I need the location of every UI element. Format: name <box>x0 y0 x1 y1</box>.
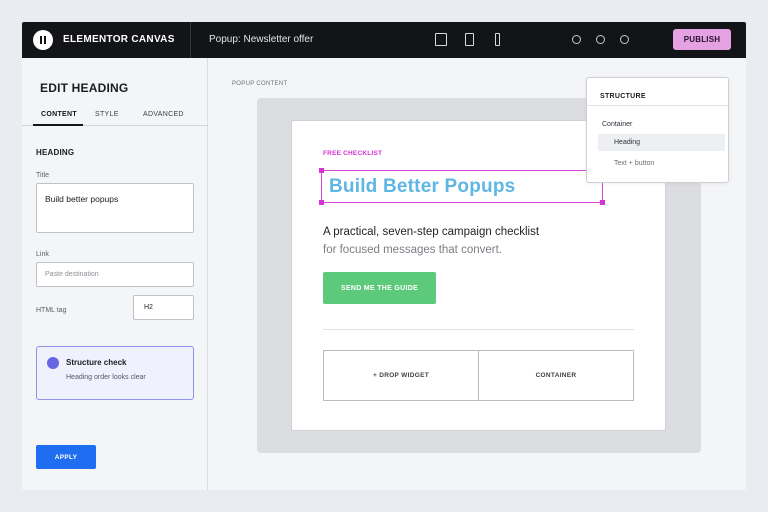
status-dot-icon <box>47 357 59 369</box>
active-tab-indicator <box>33 124 83 126</box>
selected-heading-frame[interactable]: Build Better Popups <box>319 168 605 205</box>
check-title: Structure check <box>66 358 127 367</box>
document-title: Popup: Newsletter offer <box>209 34 314 45</box>
brand-name: ELEMENTOR CANVAS <box>63 34 175 45</box>
html-tag-select[interactable]: H2 <box>133 295 194 320</box>
apply-button[interactable]: APPLY <box>36 445 96 469</box>
drop-widget-slot[interactable]: + DROP WIDGET <box>324 351 478 400</box>
structure-item-container[interactable]: Container <box>602 121 632 128</box>
tab-style[interactable]: STYLE <box>95 111 119 118</box>
publish-button[interactable]: PUBLISH <box>673 29 731 50</box>
structure-check-card: Structure check Heading order looks clea… <box>36 346 194 400</box>
widget-slots: + DROP WIDGET CONTAINER <box>323 350 634 401</box>
link-field-label: Link <box>36 251 49 258</box>
link-input[interactable]: Paste destination <box>36 262 194 287</box>
logo-icon <box>33 30 53 50</box>
top-bar: ELEMENTOR CANVAS Popup: Newsletter offer… <box>22 22 746 58</box>
tab-advanced[interactable]: ADVANCED <box>143 111 184 118</box>
title-field-label: Title <box>36 172 49 179</box>
html-tag-label: HTML tag <box>36 307 67 314</box>
structure-panel: STRUCTURE Container Heading Text + butto… <box>586 77 729 183</box>
structure-divider <box>587 105 728 106</box>
mobile-icon[interactable] <box>495 33 500 46</box>
circle-icon[interactable] <box>620 35 629 44</box>
circle-icon[interactable] <box>572 35 581 44</box>
popup-body-line1[interactable]: A practical, seven-step campaign checkli… <box>323 223 539 241</box>
resize-handle[interactable] <box>319 200 324 205</box>
canvas-label: POPUP CONTENT <box>232 81 288 87</box>
circle-icon[interactable] <box>596 35 605 44</box>
desktop-icon[interactable] <box>435 33 447 46</box>
container-slot[interactable]: CONTAINER <box>478 351 633 400</box>
structure-item-heading[interactable]: Heading <box>614 139 640 146</box>
tab-content[interactable]: CONTENT <box>41 111 77 118</box>
popup-body-line2[interactable]: for focused messages that convert. <box>323 241 502 259</box>
structure-item-text-button[interactable]: Text + button <box>614 160 654 167</box>
edit-panel: EDIT HEADING CONTENT STYLE ADVANCED HEAD… <box>22 58 208 490</box>
tablet-icon[interactable] <box>465 33 474 46</box>
panel-title: EDIT HEADING <box>40 81 129 95</box>
section-heading: HEADING <box>36 148 75 157</box>
topbar-divider <box>190 22 191 58</box>
popup-heading[interactable]: Build Better Popups <box>329 176 515 198</box>
resize-handle[interactable] <box>600 200 605 205</box>
popup-kicker[interactable]: FREE CHECKLIST <box>323 150 382 157</box>
check-message: Heading order looks clear <box>66 374 146 381</box>
app-window: ELEMENTOR CANVAS Popup: Newsletter offer… <box>22 22 746 490</box>
cta-button[interactable]: SEND ME THE GUIDE <box>323 272 436 304</box>
panel-tabs: CONTENT STYLE ADVANCED <box>22 104 208 126</box>
title-textarea[interactable]: Build better popups <box>36 183 194 233</box>
structure-title: STRUCTURE <box>600 93 646 100</box>
popup-divider <box>323 329 634 330</box>
resize-handle[interactable] <box>319 168 324 173</box>
